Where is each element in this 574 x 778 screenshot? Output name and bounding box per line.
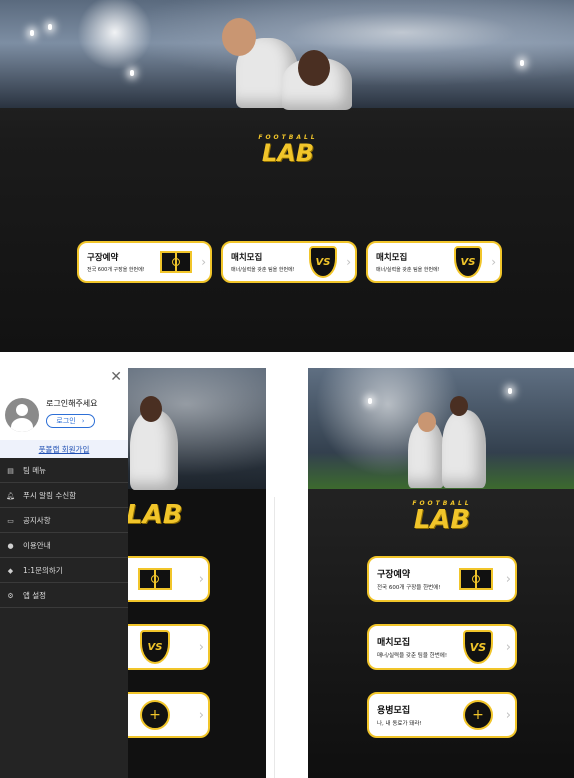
menu-item-label: 1:1문의하기 (23, 566, 63, 575)
vs-shield-icon: VS (309, 246, 337, 278)
card-mercenary-recruit[interactable]: 용병모집 나, 내 동료가 돼라! + › (367, 692, 517, 738)
card-text: 구장예약 전국 600개 구장을 한번에! (87, 251, 160, 273)
player-face (222, 18, 256, 56)
player-figure (442, 410, 486, 488)
bell-icon: 🔔︎ (6, 491, 15, 500)
chevron-right-icon: › (201, 255, 206, 269)
player-add-icon: + (463, 700, 493, 730)
card-subtitle: 매너/실력을 갖춘 팀을 한번에! (377, 653, 448, 659)
menu-item-label: 공지사항 (23, 516, 51, 525)
player-face (418, 412, 436, 432)
chevron-right-icon: › (505, 707, 511, 723)
team-icon: ▤ (7, 466, 14, 475)
menu-item-settings[interactable]: ⚙ 앱 설정 (0, 584, 128, 608)
chevron-right-icon: › (198, 639, 204, 655)
soccer-field-icon (160, 251, 192, 273)
chevron-right-icon: › (346, 255, 351, 269)
avatar (5, 398, 39, 432)
hero-banner-image (308, 368, 574, 489)
card-subtitle: 전국 600개 구장을 한번에! (87, 267, 145, 273)
menu-item-team[interactable]: ▤ 팀 메뉴 (0, 459, 128, 483)
desktop-home-screen: FOOTBALL LAB 구장예약 전국 600개 구장을 한번에! › 매치모… (0, 0, 574, 352)
info-icon: ● (7, 541, 14, 550)
chevron-right-icon: › (505, 571, 511, 587)
card-title: 구장예약 (377, 570, 411, 580)
login-button[interactable]: 로그인 › (46, 414, 95, 428)
menu-item-notice[interactable]: ▭ 공지사항 (0, 509, 128, 533)
menu-item-label: 앱 설정 (23, 591, 47, 600)
card-title: 용병모집 (377, 706, 411, 716)
drawer-header: ✕ 로그인해주세요 로그인 › 풋볼랩 회원가입 (0, 368, 128, 458)
player-figure (130, 410, 178, 490)
player-face (298, 50, 330, 86)
stadium-light (508, 388, 512, 394)
card-match-recruit-2[interactable]: 매치모집 매너/실력을 갖춘 팀을 한번에! VS › (366, 241, 502, 283)
card-text: 매치모집 매너/실력을 갖춘 팀을 한번에! (231, 251, 309, 273)
card-title: 구장예약 (87, 253, 119, 263)
card-field-reservation[interactable]: 구장예약 전국 600개 구장을 한번에! › (77, 241, 212, 283)
soccer-field-icon (138, 568, 172, 590)
card-title: 매치모집 (377, 638, 411, 648)
card-subtitle: 매너/실력을 갖춘 팀을 한번에! (231, 267, 295, 273)
vs-shield-icon: VS (454, 246, 482, 278)
card-title: 매치모집 (231, 253, 263, 263)
card-match-recruit[interactable]: 매치모집 매너/실력을 갖춘 팀을 한번에! VS › (367, 624, 517, 670)
card-text: 매치모집 매너/실력을 갖춘 팀을 한번에! (376, 251, 454, 273)
notice-icon: ▭ (7, 516, 14, 525)
login-prompt-text: 로그인해주세요 (46, 399, 98, 408)
card-text: 매치모집 매너/실력을 갖춘 팀을 한번에! (377, 635, 463, 659)
chevron-right-icon: › (198, 571, 204, 587)
menu-item-label: 팀 메뉴 (23, 466, 47, 475)
menu-item-label: 푸시 알림 수신함 (23, 491, 77, 500)
card-subtitle: 매너/실력을 갖춘 팀을 한번에! (376, 267, 440, 273)
card-subtitle: 나, 내 동료가 돼라! (377, 721, 422, 727)
card-match-recruit[interactable]: 매치모집 매너/실력을 갖춘 팀을 한번에! VS › (221, 241, 357, 283)
stadium-light (30, 30, 34, 36)
divider (274, 497, 307, 778)
menu-item-inquiry[interactable]: ◆ 1:1문의하기 (0, 559, 128, 583)
card-field-reservation[interactable]: 구장예약 전국 600개 구장을 한번에! › (367, 556, 517, 602)
card-title: 매치모집 (376, 253, 408, 263)
football-lab-logo: FOOTBALL LAB (250, 134, 326, 165)
soccer-field-icon (459, 568, 493, 590)
login-button-label: 로그인 (56, 417, 76, 425)
logo-big-text: LAB (413, 505, 471, 535)
chevron-right-icon: › (81, 417, 85, 425)
chevron-right-icon: › (505, 639, 511, 655)
vs-shield-icon: VS (140, 630, 170, 664)
mobile-drawer-screen: LAB › VS › + › ✕ 로그인해주세요 로그인 › 풋볼랩 회원가입 … (0, 368, 266, 778)
chevron-right-icon: › (491, 255, 496, 269)
player-add-icon: + (140, 700, 170, 730)
logo-big-text: LAB (261, 139, 315, 167)
chevron-right-icon: › (198, 707, 204, 723)
inquiry-icon: ◆ (7, 566, 14, 575)
mobile-home-screen: FOOTBALL LAB 구장예약 전국 600개 구장을 한번에! › 매치모… (308, 368, 574, 778)
menu-item-guide[interactable]: ● 이용안내 (0, 534, 128, 558)
logo-big-text: LAB (126, 500, 183, 530)
stadium-light (368, 398, 372, 404)
stadium-light (130, 70, 134, 76)
side-drawer: ✕ 로그인해주세요 로그인 › 풋볼랩 회원가입 ▤ 팀 메뉴 🔔︎ 푸시 알림… (0, 368, 128, 778)
card-text: 용병모집 나, 내 동료가 돼라! (377, 703, 463, 727)
close-icon[interactable]: ✕ (110, 369, 122, 385)
football-lab-logo: FOOTBALL LAB (402, 500, 482, 533)
player-face (140, 396, 162, 422)
signup-link[interactable]: 풋볼랩 회원가입 (0, 440, 128, 458)
stadium-light (520, 60, 524, 66)
football-lab-logo: LAB (126, 502, 186, 528)
card-subtitle: 전국 600개 구장을 한번에! (377, 585, 441, 591)
player-face (450, 396, 468, 416)
card-text: 구장예약 전국 600개 구장을 한번에! (377, 567, 459, 591)
vs-shield-icon: VS (463, 630, 493, 664)
menu-item-label: 이용안내 (23, 541, 51, 550)
menu-item-push-inbox[interactable]: 🔔︎ 푸시 알림 수신함 (0, 484, 128, 508)
gear-icon: ⚙ (7, 591, 14, 600)
stadium-light (48, 24, 52, 30)
hero-banner-image (0, 0, 574, 110)
